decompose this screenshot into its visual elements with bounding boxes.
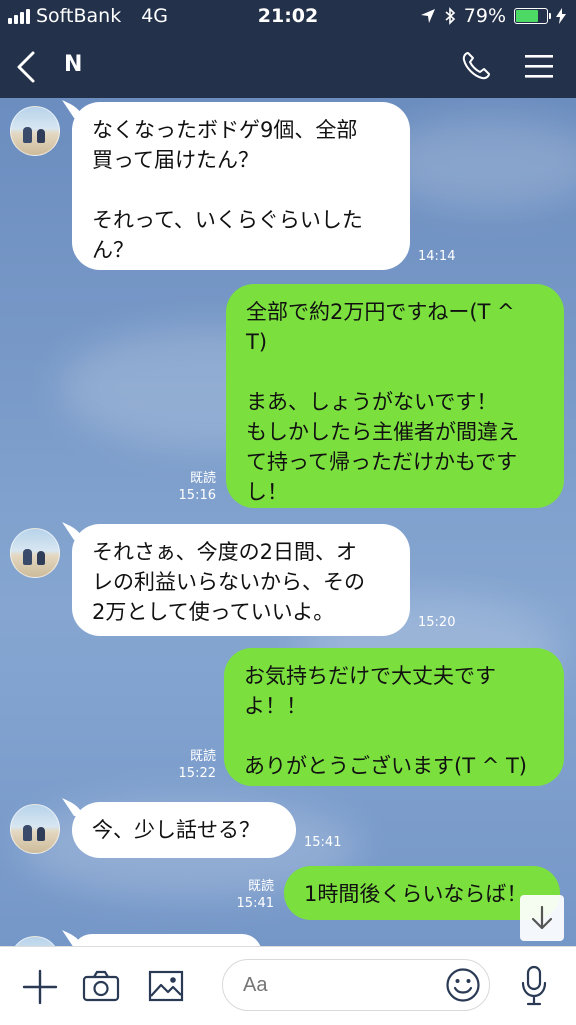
incoming-message[interactable]: なくなったボドゲ9個、全部 買って届けたん？ それって、いくらぐらいした ん？: [72, 102, 410, 270]
message-meta: 既読 15:22: [168, 748, 216, 782]
outgoing-message[interactable]: お気持ちだけで大丈夫です よ！！ ありがとうございます(T ^ T): [224, 648, 564, 786]
status-bar: SoftBank 4G 21:02 79%: [0, 0, 576, 34]
message-time: 14:14: [418, 249, 456, 264]
outgoing-message[interactable]: 全部で約2万円ですねー(T ^ T) まあ、しょうがないです！ もしかしたら主催…: [226, 284, 564, 508]
scroll-to-bottom-button[interactable]: [520, 895, 564, 941]
message-list[interactable]: なくなったボドゲ9個、全部 買って届けたん？ それって、いくらぐらいした ん？ …: [0, 98, 576, 946]
composer-bar: [0, 946, 576, 1025]
read-receipt: 既読: [189, 471, 216, 486]
bluetooth-icon: [445, 7, 455, 25]
chevron-left-icon[interactable]: [14, 50, 38, 84]
avatar[interactable]: [10, 804, 60, 854]
battery-icon: [514, 8, 551, 24]
camera-icon[interactable]: [82, 969, 120, 1003]
battery-percent: 79%: [463, 5, 506, 27]
message-time: 15:22: [178, 766, 216, 781]
hamburger-menu-icon[interactable]: [524, 52, 554, 80]
message-time: 15:16: [178, 488, 216, 503]
image-icon[interactable]: [148, 969, 184, 1003]
outgoing-message[interactable]: 1時間後くらいならば！: [284, 866, 560, 920]
smiley-icon[interactable]: [445, 967, 481, 1003]
location-arrow-icon: [420, 9, 435, 23]
avatar[interactable]: [10, 106, 60, 156]
message-time: 15:41: [304, 835, 342, 850]
phone-icon[interactable]: [460, 50, 492, 82]
arrow-down-icon: [531, 905, 553, 930]
message-meta: 既読 15:16: [168, 470, 216, 504]
message-time: 15:41: [236, 896, 274, 911]
incoming-message[interactable]: 今、少し話せる？: [72, 802, 296, 858]
chat-header: N: [0, 34, 576, 98]
chat-title[interactable]: N: [64, 52, 82, 77]
incoming-message-partial[interactable]: [72, 934, 262, 946]
read-receipt: 既読: [189, 749, 216, 764]
charging-bolt-icon: [556, 8, 566, 24]
avatar[interactable]: [10, 936, 60, 946]
avatar[interactable]: [10, 528, 60, 578]
microphone-icon[interactable]: [520, 965, 548, 1007]
read-receipt: 既読: [247, 879, 274, 894]
message-time: 15:20: [418, 615, 456, 630]
incoming-message[interactable]: それさぁ、今度の2日間、オ レの利益いらないから、その 2万として使っていいよ。: [72, 524, 410, 636]
message-meta: 既読 15:41: [226, 878, 274, 912]
plus-icon[interactable]: [22, 969, 58, 1005]
